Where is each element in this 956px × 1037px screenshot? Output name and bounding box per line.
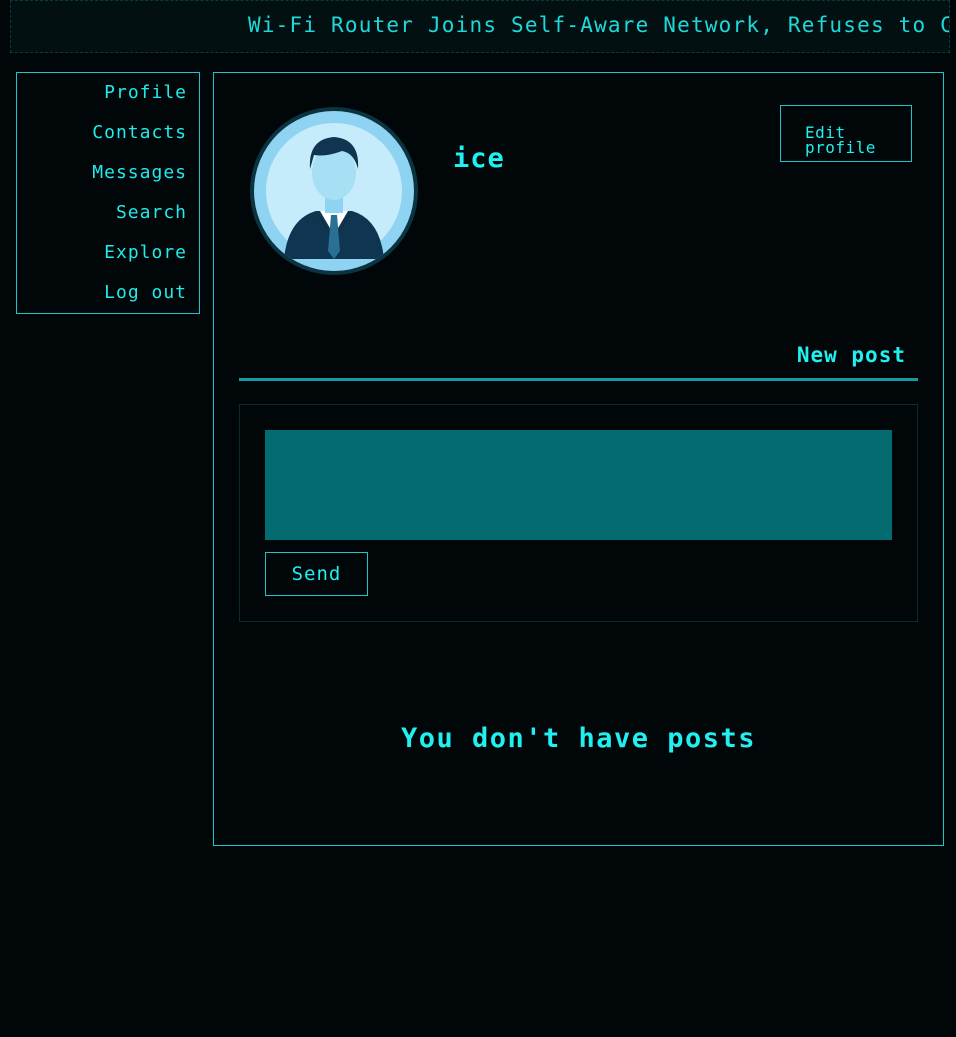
ticker-text: Wi-Fi Router Joins Self-Aware Network, R… <box>248 13 949 37</box>
post-composer: Send <box>239 404 918 622</box>
sidebar-item-explore[interactable]: Explore <box>17 233 199 273</box>
user-avatar-icon <box>254 111 414 271</box>
sidebar-item-contacts[interactable]: Contacts <box>17 113 199 153</box>
tab-new-post[interactable]: New post <box>239 335 918 381</box>
sidebar-item-profile[interactable]: Profile <box>17 73 199 113</box>
avatar-figure <box>266 123 402 259</box>
tab-new-post-label: New post <box>796 343 906 367</box>
sidebar-item-search[interactable]: Search <box>17 193 199 233</box>
edit-profile-button[interactable]: Edit profile <box>780 105 912 162</box>
profile-panel: ice Edit profile New post Send You don't… <box>213 72 944 846</box>
empty-posts-message: You don't have posts <box>400 723 757 754</box>
sidebar-item-messages[interactable]: Messages <box>17 153 199 193</box>
post-input[interactable] <box>265 430 892 540</box>
news-ticker: Wi-Fi Router Joins Self-Aware Network, R… <box>10 0 950 53</box>
profile-username: ice <box>453 143 505 174</box>
sidebar-item-logout[interactable]: Log out <box>17 273 199 313</box>
sidebar: Profile Contacts Messages Search Explore… <box>16 72 200 314</box>
send-button[interactable]: Send <box>265 552 368 596</box>
